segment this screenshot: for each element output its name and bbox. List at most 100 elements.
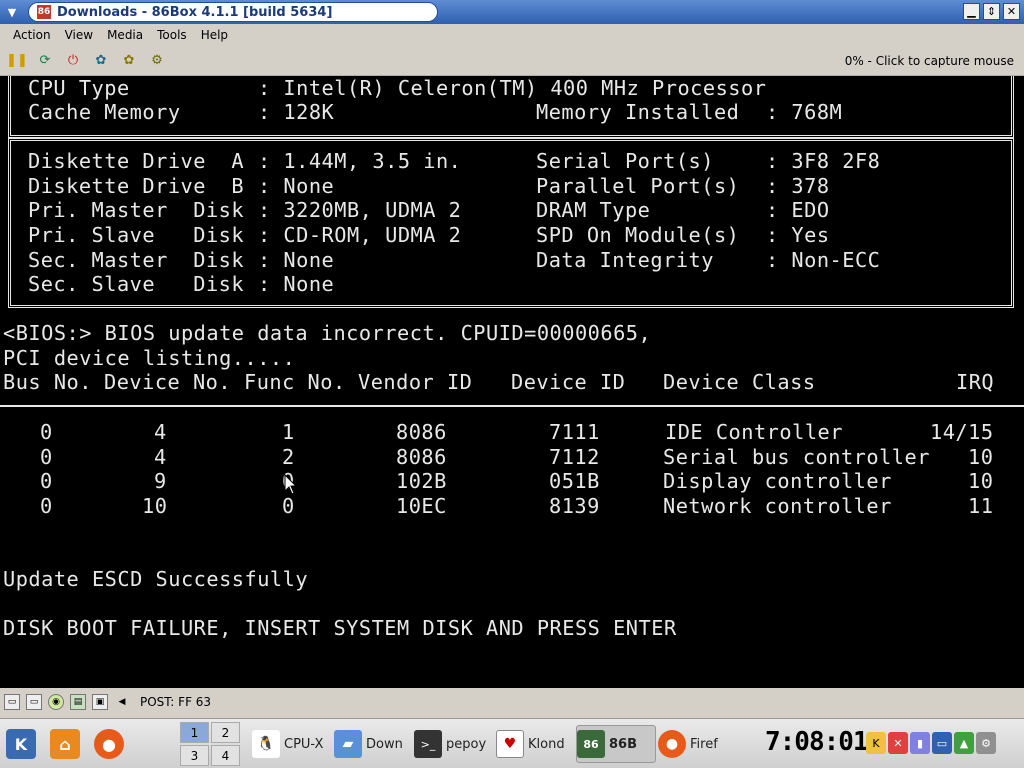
post-code: POST: FF 63 [140,695,212,709]
task-label: 86B [609,736,637,752]
device-value: : None [258,174,335,198]
pci-header: Device No. [104,370,232,394]
pager-desktop-3[interactable]: 3 [180,745,209,766]
klipper-icon[interactable]: K [866,732,886,754]
task-terminal[interactable]: >_ pepoy [414,725,494,763]
battery-icon[interactable]: ▮ [910,732,930,754]
pci-cell: 8086 [396,420,447,444]
pci-cell: 0 [40,445,53,469]
task-firefox[interactable]: ● Firef [658,725,740,763]
ctrl-alt-esc-icon[interactable]: ✿ [120,52,138,70]
network-tray-icon[interactable]: ▲ [954,732,974,754]
reset-icon[interactable]: ⟳ [36,52,54,70]
desktop-pager: 1 2 3 4 [180,722,240,766]
pci-cell: 14/15 [930,420,994,444]
update-icon[interactable]: ✕ [888,732,908,754]
pci-header: IRQ [956,370,995,394]
menu-help[interactable]: Help [194,28,235,42]
title-pill: 86 Downloads - 86Box 4.1.1 [build 5634] [28,2,438,22]
power-icon[interactable]: ⏻ [64,52,82,70]
pci-cell: 10 [142,494,168,518]
terminal-icon: >_ [414,730,442,758]
menu-action[interactable]: Action [6,28,58,42]
folder-icon: ▰ [334,730,362,758]
device-label: Sec. Master Disk [28,248,245,272]
task-label: pepoy [446,736,487,752]
task-label: Klond [528,736,565,752]
task-86box[interactable]: 86 86B [576,725,656,763]
ctrl-alt-del-icon[interactable]: ✿ [92,52,110,70]
firefox-launcher-icon[interactable]: ● [94,729,124,759]
cdrom-icon[interactable]: ◉ [48,694,64,710]
task-downloads[interactable]: ▰ Down [334,725,412,763]
floppy-drive-icon[interactable]: ▭ [4,694,20,710]
86box-app-icon: 86 [37,5,51,19]
hard-disk-icon[interactable]: ▤ [70,694,86,710]
bios-message: <BIOS:> BIOS update data incorrect. CPUI… [3,321,652,345]
pager-desktop-4[interactable]: 4 [211,745,240,766]
window-controls: ▁ ⇕ ✕ [963,3,1020,20]
network-icon[interactable]: ▣ [92,694,108,710]
menu-view[interactable]: View [58,28,100,42]
tux-icon: 🐧 [252,730,280,758]
mem-label: Memory Installed [536,100,740,124]
device-value: : 3220MB, UDMA 2 [258,198,462,222]
port-label: Serial Port(s) [536,149,714,173]
pci-cell: Network controller [663,494,892,518]
sound-icon[interactable]: ◀ [114,694,130,710]
settings-icon[interactable]: ⚙ [148,52,166,70]
kde-menu-icon[interactable]: K [6,729,36,759]
port-value: : 378 [766,174,830,198]
display-icon[interactable]: ▭ [932,732,952,754]
pci-cell: 8139 [549,494,600,518]
pci-cell: 7111 [549,420,600,444]
task-label: Down [366,736,403,752]
pci-cell: 4 [154,420,167,444]
pci-cell: Display controller [663,469,892,493]
task-klondike[interactable]: ♥ Klond [496,725,574,763]
pause-icon[interactable]: ❚❚ [6,52,28,70]
port-value: : EDO [766,198,830,222]
pci-cell: 1 [282,420,295,444]
device-value: : None [258,248,335,272]
clock[interactable]: 7:08:01 [765,727,869,757]
floppy-drive-b-icon[interactable]: ▭ [26,694,42,710]
pci-cell: 8086 [396,445,447,469]
device-label: Diskette Drive B [28,174,245,198]
minimize-icon[interactable]: ▁ [963,3,980,20]
pager-desktop-2[interactable]: 2 [211,722,240,743]
boot-failure-message: DISK BOOT FAILURE, INSERT SYSTEM DISK AN… [3,616,677,640]
pci-cell: 4 [154,445,167,469]
task-label: Firef [690,736,718,752]
pci-cell: 9 [154,469,167,493]
pci-cell: 0 [40,494,53,518]
pager-desktop-1[interactable]: 1 [180,722,209,743]
port-label: Data Integrity [536,248,714,272]
menu-media[interactable]: Media [100,28,150,42]
settings-tray-icon[interactable]: ⚙ [976,732,996,754]
task-cpux[interactable]: 🐧 CPU-X [252,725,330,763]
capture-mouse-text[interactable]: 0% - Click to capture mouse [845,54,1014,68]
pci-header: Bus No. [3,370,92,394]
pci-header: Device ID [511,370,626,394]
port-label: SPD On Module(s) [536,223,740,247]
emulator-screen[interactable]: CPU Type : Intel(R) Celeron(TM) 400 MHz … [0,76,1024,688]
cpu-type-value: : Intel(R) Celeron(TM) 400 MHz Processor [258,76,767,100]
system-tray: K ✕ ▮ ▭ ▲ ⚙ [866,732,996,754]
home-icon[interactable]: ⌂ [50,729,80,759]
pci-header: Func No. [244,370,346,394]
close-icon[interactable]: ✕ [1003,3,1020,20]
window-menu-icon[interactable]: ▼ [2,2,22,22]
escd-message: Update ESCD Successfully [3,567,309,591]
taskbar: K ⌂ ● 1 2 3 4 🐧 CPU-X ▰ Down >_ pepoy ♥ … [0,718,1024,768]
pci-header: Vendor ID [358,370,473,394]
pci-cell: 7112 [549,445,600,469]
device-value: : CD-ROM, UDMA 2 [258,223,462,247]
maximize-icon[interactable]: ⇕ [983,3,1000,20]
menu-tools[interactable]: Tools [150,28,194,42]
pci-header: Device Class [663,370,816,394]
pci-cell: 10 [968,469,994,493]
pci-cell: 11 [968,494,994,518]
pci-listing-title: PCI device listing..... [3,346,296,370]
port-value: : Yes [766,223,830,247]
